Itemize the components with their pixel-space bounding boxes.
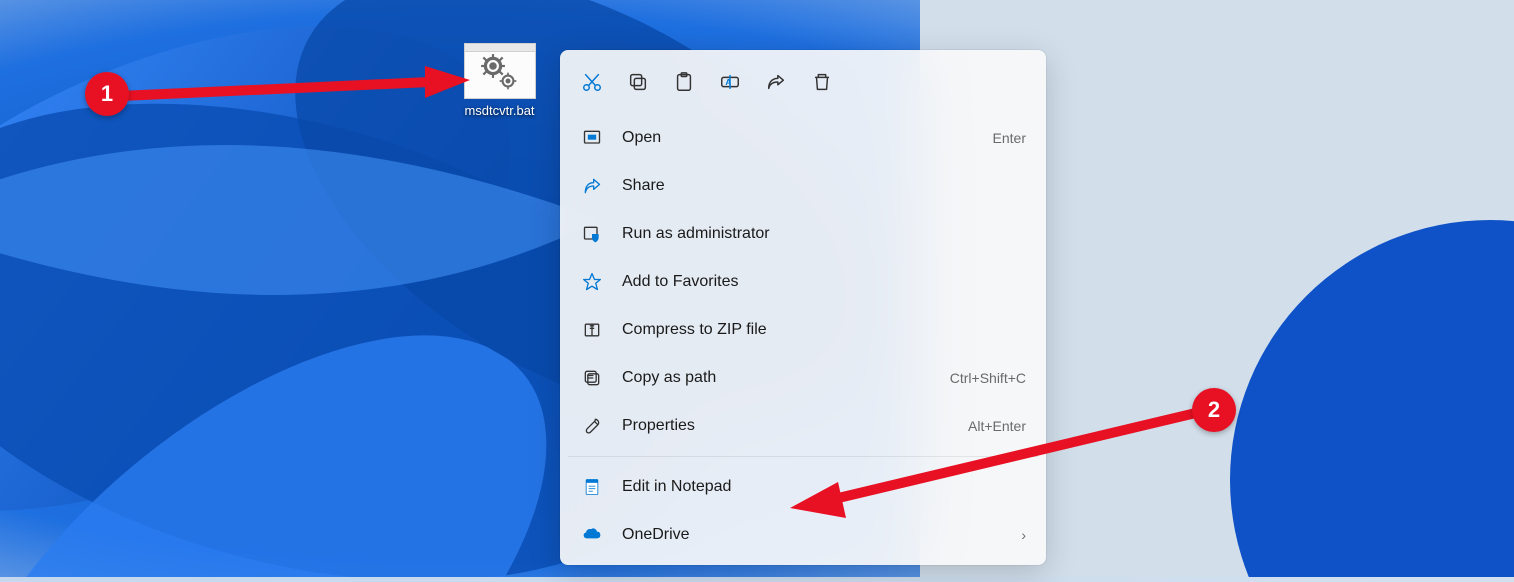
menu-label: Compress to ZIP file: [622, 321, 1026, 339]
star-icon: [580, 270, 604, 294]
delete-button[interactable]: [800, 62, 844, 102]
menu-favorites[interactable]: Add to Favorites: [566, 258, 1040, 306]
rename-button[interactable]: A: [708, 62, 752, 102]
menu-copy-path[interactable]: Copy as path Ctrl+Shift+C: [566, 354, 1040, 402]
batch-file-icon: [464, 43, 536, 99]
file-name-label: msdtcvtr.bat: [464, 103, 534, 118]
menu-run-admin[interactable]: Run as administrator: [566, 210, 1040, 258]
share-button[interactable]: [754, 62, 798, 102]
context-menu-toolbar: A: [566, 56, 1040, 114]
delete-icon: [811, 71, 833, 93]
cut-icon: [581, 71, 603, 93]
menu-label: Open: [622, 129, 993, 147]
rename-icon: A: [719, 71, 741, 93]
menu-label: Run as administrator: [622, 225, 1026, 243]
menu-label: Add to Favorites: [622, 273, 1026, 291]
wrench-icon: [580, 414, 604, 438]
cut-button[interactable]: [570, 62, 614, 102]
copy-path-icon: [580, 366, 604, 390]
callout-1: 1: [85, 72, 129, 116]
copy-button[interactable]: [616, 62, 660, 102]
paste-icon: [673, 71, 695, 93]
menu-share[interactable]: Share: [566, 162, 1040, 210]
chevron-right-icon: ›: [1021, 527, 1026, 543]
annotation-arrow-1: [110, 60, 470, 120]
menu-open[interactable]: Open Enter: [566, 114, 1040, 162]
callout-2: 2: [1192, 388, 1236, 432]
menu-label: Copy as path: [622, 369, 950, 387]
annotation-arrow-2: [780, 400, 1210, 520]
share-icon: [765, 71, 787, 93]
paste-button[interactable]: [662, 62, 706, 102]
menu-label: OneDrive: [622, 526, 1021, 544]
menu-label: Share: [622, 177, 1026, 195]
svg-text:A: A: [725, 78, 731, 87]
zip-icon: [580, 318, 604, 342]
shield-icon: [580, 222, 604, 246]
menu-compress[interactable]: Compress to ZIP file: [566, 306, 1040, 354]
menu-shortcut: Ctrl+Shift+C: [950, 370, 1026, 386]
copy-icon: [627, 71, 649, 93]
onedrive-icon: [580, 523, 604, 547]
notepad-icon: [580, 475, 604, 499]
menu-shortcut: Enter: [993, 130, 1026, 146]
share-arrow-icon: [580, 174, 604, 198]
open-icon: [580, 126, 604, 150]
